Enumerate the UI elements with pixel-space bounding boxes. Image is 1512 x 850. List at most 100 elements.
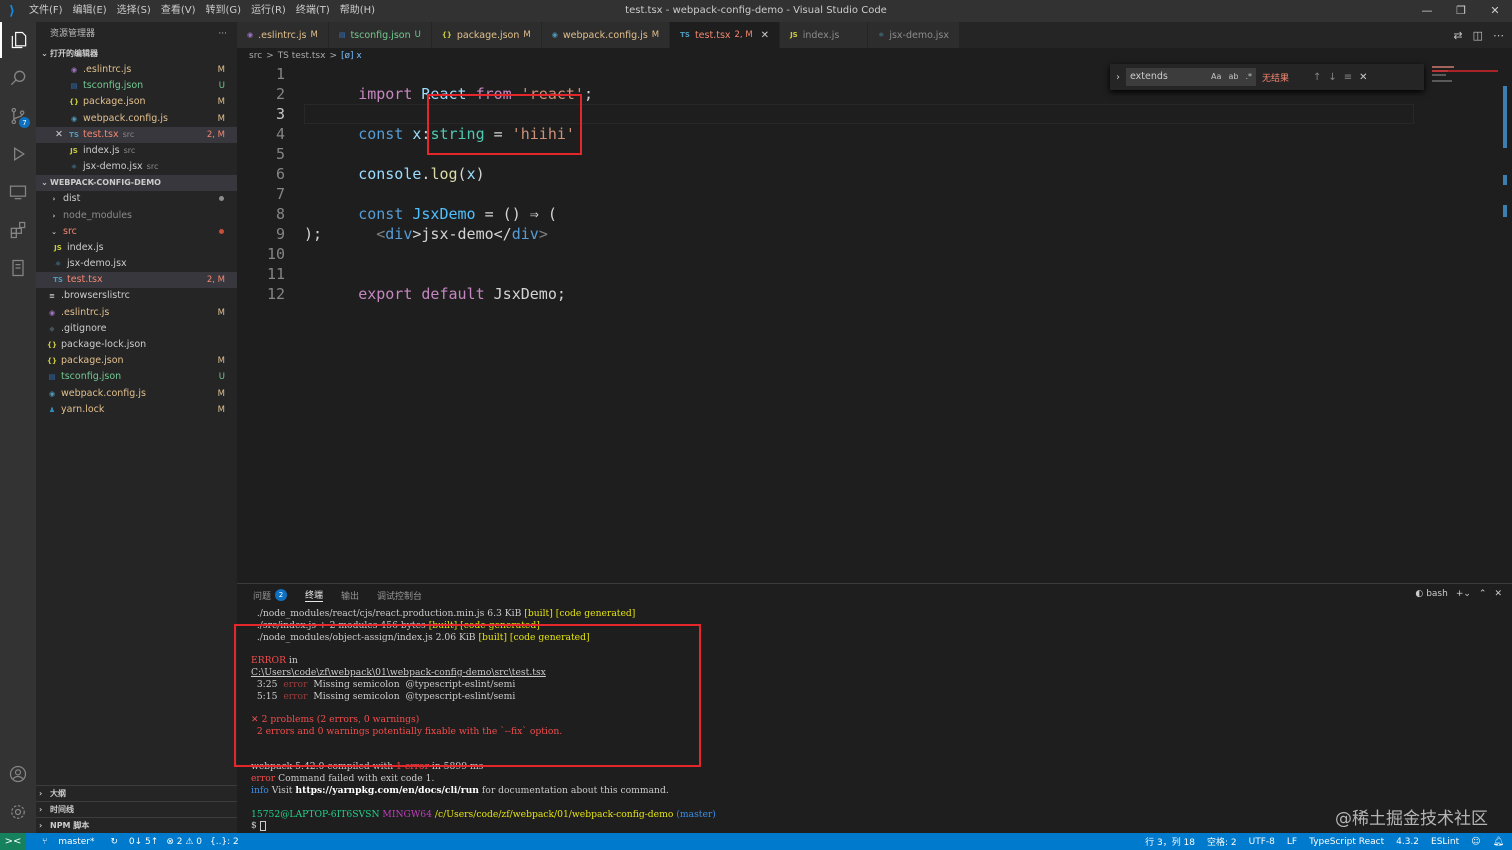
folder-item[interactable]: › node_modules bbox=[36, 208, 237, 224]
file-item-active[interactable]: TS test.tsx 2, M bbox=[36, 272, 237, 289]
minimap[interactable] bbox=[1432, 66, 1502, 126]
feedback-icon[interactable]: ☺ bbox=[1471, 837, 1480, 847]
menu-file[interactable]: 文件(F) bbox=[24, 0, 68, 22]
tab-tsconfig[interactable]: ▤ tsconfig.json U bbox=[328, 22, 432, 48]
file-item[interactable]: ⚛ jsx-demo.jsx bbox=[36, 256, 237, 272]
close-panel-icon[interactable]: ✕ bbox=[1494, 589, 1502, 599]
file-item[interactable]: ▤ tsconfig.json U bbox=[36, 369, 237, 385]
terminal-link[interactable]: https://yarnpkg.com/en/docs/cli/run bbox=[295, 785, 479, 796]
file-item[interactable]: JS index.js bbox=[36, 240, 237, 256]
file-item[interactable]: ◆ .gitignore bbox=[36, 321, 237, 337]
open-editor-item[interactable]: ▤ tsconfig.json U bbox=[36, 78, 237, 94]
tab-package-json[interactable]: {} package.json M bbox=[431, 22, 542, 48]
file-item[interactable]: {} package-lock.json bbox=[36, 337, 237, 353]
restore-icon[interactable]: ❐ bbox=[1444, 0, 1478, 22]
match-case-icon[interactable]: Aa bbox=[1211, 72, 1221, 81]
close-tab-icon[interactable]: ✕ bbox=[761, 30, 769, 41]
timeline-section[interactable]: › 时间线 bbox=[36, 801, 237, 817]
project-header[interactable]: ⌄ WEBPACK-CONFIG-DEMO bbox=[36, 175, 237, 192]
tab-index-js[interactable]: JS index.js bbox=[780, 22, 869, 48]
previous-match-icon[interactable]: ↑ bbox=[1313, 72, 1321, 83]
tab-eslintrc[interactable]: ◉ .eslintrc.js M bbox=[237, 22, 329, 48]
tab-debug-console[interactable]: 调试控制台 bbox=[377, 589, 422, 602]
run-debug-icon[interactable] bbox=[0, 136, 36, 172]
problems-status[interactable]: ⊗ 2 ⚠ 0 bbox=[166, 837, 202, 847]
open-editor-item[interactable]: ◉ .eslintrc.js M bbox=[36, 62, 237, 78]
split-editor-icon[interactable]: ◫ bbox=[1473, 29, 1483, 42]
toggle-replace-icon[interactable]: › bbox=[1110, 72, 1126, 83]
open-editor-item-active[interactable]: ✕ TS test.tsx src 2, M bbox=[36, 126, 237, 143]
open-editor-item[interactable]: ⚛ jsx-demo.jsx src bbox=[36, 159, 237, 175]
terminal-shell-label[interactable]: bash bbox=[1426, 589, 1448, 599]
maximize-panel-icon[interactable]: ⌃ bbox=[1479, 589, 1487, 599]
find-input[interactable]: extends Aa ab .* bbox=[1126, 68, 1256, 86]
line-number: 2 bbox=[275, 85, 285, 103]
find-in-selection-icon[interactable]: ≡ bbox=[1344, 72, 1352, 83]
eslint-status[interactable]: ESLint bbox=[1431, 837, 1459, 847]
source-control-icon[interactable]: 7 bbox=[0, 98, 36, 134]
open-editors-header[interactable]: ⌄ 打开的编辑器 bbox=[36, 46, 237, 62]
remote-explorer-icon[interactable] bbox=[0, 174, 36, 210]
menu-go[interactable]: 转到(G) bbox=[201, 0, 247, 22]
editor-actions: ⇄ ◫ ⋯ bbox=[1443, 22, 1504, 48]
next-match-icon[interactable]: ↓ bbox=[1328, 72, 1336, 83]
file-item[interactable]: {} package.json M bbox=[36, 353, 237, 369]
npm-scripts-section[interactable]: › NPM 脚本 bbox=[36, 817, 237, 833]
settings-gear-icon[interactable] bbox=[0, 794, 36, 830]
open-editor-item[interactable]: {} package.json M bbox=[36, 94, 237, 110]
compare-changes-icon[interactable]: ⇄ bbox=[1453, 29, 1462, 42]
breadcrumb-symbol[interactable]: [ø] x bbox=[341, 51, 362, 61]
more-actions-icon[interactable]: ··· bbox=[218, 22, 227, 46]
typescript-version[interactable]: 4.3.2 bbox=[1396, 837, 1419, 847]
menu-help[interactable]: 帮助(H) bbox=[335, 0, 380, 22]
tab-output[interactable]: 输出 bbox=[341, 589, 359, 602]
tab-test-tsx[interactable]: TS test.tsx 2, M ✕ bbox=[670, 22, 781, 48]
breadcrumb-folder[interactable]: src bbox=[249, 51, 262, 61]
encoding[interactable]: UTF-8 bbox=[1249, 837, 1275, 847]
open-editor-item[interactable]: ◉ webpack.config.js M bbox=[36, 111, 237, 127]
match-whole-word-icon[interactable]: ab bbox=[1228, 72, 1238, 81]
menu-view[interactable]: 查看(V) bbox=[156, 0, 201, 22]
minimize-icon[interactable]: — bbox=[1410, 0, 1444, 22]
menu-terminal[interactable]: 终端(T) bbox=[291, 0, 335, 22]
open-editor-item[interactable]: JS index.js src bbox=[36, 143, 237, 159]
sync-status[interactable]: ↻ 0↓ 5↑ bbox=[103, 837, 159, 847]
folder-item[interactable]: › dist bbox=[36, 191, 237, 207]
problems-count-badge: 2 bbox=[275, 589, 288, 601]
files-icon[interactable] bbox=[0, 22, 36, 58]
extensions-icon[interactable] bbox=[0, 212, 36, 248]
braces-status[interactable]: {..}: 2 bbox=[210, 837, 239, 847]
more-actions-icon[interactable]: ⋯ bbox=[1493, 29, 1504, 42]
language-mode[interactable]: TypeScript React bbox=[1309, 837, 1384, 847]
menu-edit[interactable]: 编辑(E) bbox=[68, 0, 112, 22]
end-of-line[interactable]: LF bbox=[1287, 837, 1297, 847]
file-item[interactable]: ◉ webpack.config.js M bbox=[36, 386, 237, 402]
tab-terminal[interactable]: 终端 bbox=[305, 588, 324, 602]
json-file-icon: {} bbox=[441, 31, 452, 39]
indentation[interactable]: 空格: 2 bbox=[1207, 835, 1237, 848]
breadcrumb-file[interactable]: TS test.tsx bbox=[278, 51, 326, 61]
git-branch[interactable]: ⑂ master* bbox=[34, 837, 95, 847]
file-item[interactable]: ♟ yarn.lock M bbox=[36, 402, 237, 418]
code-editor[interactable]: 1 import React from 'react'; 2 3 const x… bbox=[237, 64, 1512, 580]
test-icon[interactable] bbox=[0, 250, 36, 286]
close-find-icon[interactable]: ✕ bbox=[1359, 72, 1367, 83]
regex-icon[interactable]: .* bbox=[1245, 72, 1252, 81]
close-editor-icon[interactable]: ✕ bbox=[55, 127, 68, 143]
folder-item[interactable]: ⌄ src bbox=[36, 224, 237, 240]
menu-run[interactable]: 运行(R) bbox=[246, 0, 291, 22]
file-item[interactable]: ≡ .browserslistrc bbox=[36, 288, 237, 304]
menu-selection[interactable]: 选择(S) bbox=[112, 0, 156, 22]
outline-section[interactable]: › 大纲 bbox=[36, 785, 237, 801]
tab-problems[interactable]: 问题 2 bbox=[253, 589, 288, 602]
cursor-position[interactable]: 行 3，列 18 bbox=[1145, 835, 1195, 848]
tab-jsx-demo[interactable]: ⚛ jsx-demo.jsx bbox=[868, 22, 960, 48]
search-icon[interactable] bbox=[0, 60, 36, 96]
account-icon[interactable] bbox=[0, 756, 36, 792]
tab-webpack-config[interactable]: ◉ webpack.config.js M bbox=[541, 22, 671, 48]
notifications-icon[interactable]: 🔔︎ bbox=[1493, 837, 1504, 847]
file-item[interactable]: ◉ .eslintrc.js M bbox=[36, 305, 237, 321]
remote-indicator[interactable]: >< bbox=[0, 833, 26, 850]
close-window-icon[interactable]: ✕ bbox=[1478, 0, 1512, 22]
new-terminal-icon[interactable]: +⌄ bbox=[1456, 589, 1471, 599]
